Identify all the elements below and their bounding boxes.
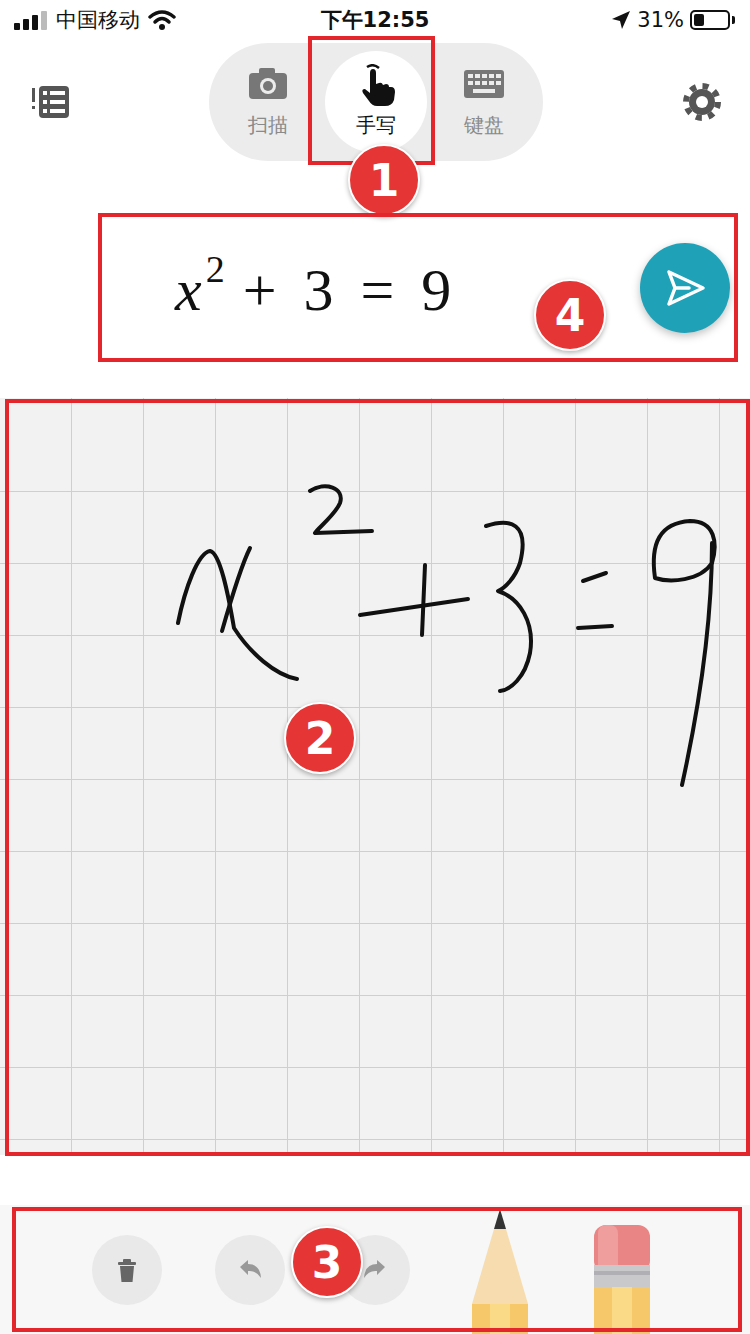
send-icon <box>663 266 707 310</box>
formula-bar: x2 + 3 = 9 <box>0 213 750 363</box>
clock: 下午12:55 <box>321 6 430 34</box>
keyboard-icon <box>463 64 505 108</box>
clear-button[interactable] <box>92 1235 162 1305</box>
trash-icon <box>109 1252 145 1288</box>
mode-label: 键盘 <box>464 112 504 139</box>
battery-icon <box>690 10 736 30</box>
annotation-number: 3 <box>291 1226 363 1298</box>
list-icon[interactable] <box>30 82 70 122</box>
gear-icon[interactable] <box>682 82 722 122</box>
annotation-number: 4 <box>534 279 606 351</box>
mode-switch: 扫描 手写 键盘 <box>209 43 543 161</box>
pencil-icon <box>470 1209 530 1334</box>
battery-percent: 31% <box>637 8 684 32</box>
formula-base: x <box>175 250 202 326</box>
mode-tab[interactable]: 键盘 <box>433 51 535 153</box>
recognized-formula: x2 + 3 = 9 <box>175 244 451 332</box>
carrier: 中国移动 <box>56 6 140 34</box>
wifi-icon <box>148 9 176 31</box>
camera-icon <box>247 64 289 108</box>
hand-icon <box>355 64 397 108</box>
status-bar: 中国移动 下午12:55 31% <box>0 0 750 40</box>
battery-level <box>694 14 704 26</box>
undo-button[interactable] <box>215 1235 285 1305</box>
formula-exponent: 2 <box>206 250 225 288</box>
eraser-tool[interactable] <box>592 1225 652 1334</box>
pencil-tool[interactable] <box>470 1209 530 1334</box>
mode-label: 扫描 <box>248 112 288 139</box>
handwriting-canvas[interactable] <box>0 398 750 1155</box>
undo-icon <box>232 1252 268 1288</box>
annotation-number: 1 <box>348 144 420 216</box>
annotation-box <box>98 213 738 362</box>
handwriting-ink <box>0 398 750 1158</box>
mode-label: 手写 <box>356 112 396 139</box>
drawing-toolbar <box>0 1205 750 1334</box>
formula-rest: + 3 = 9 <box>243 250 452 326</box>
signal-icon <box>14 10 48 30</box>
mode-tab[interactable]: 手写 <box>325 51 427 153</box>
location-icon <box>611 10 631 30</box>
annotation-box <box>5 399 750 1156</box>
eraser-icon <box>592 1225 652 1334</box>
mode-tab[interactable]: 扫描 <box>217 51 319 153</box>
annotation-box <box>12 1207 742 1332</box>
send-button[interactable] <box>640 243 730 333</box>
annotation-number: 2 <box>284 702 356 774</box>
